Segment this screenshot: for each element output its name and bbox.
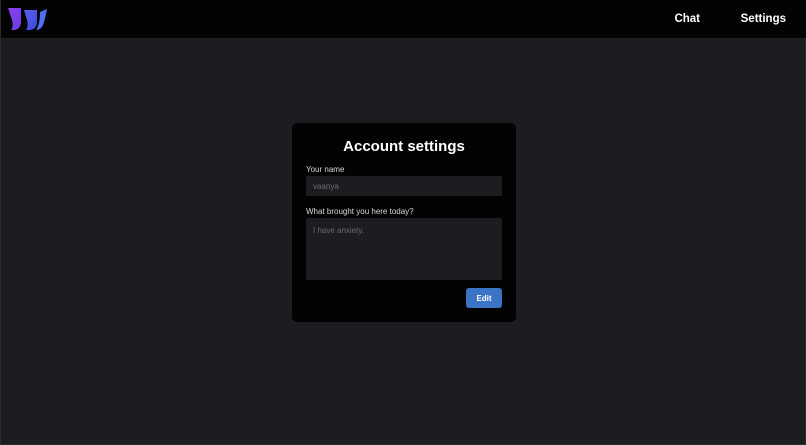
nav-chat-link[interactable]: Chat bbox=[674, 13, 700, 25]
app-logo-icon[interactable] bbox=[7, 6, 48, 31]
reason-label: What brought you here today? bbox=[306, 207, 414, 216]
name-label: Your name bbox=[306, 165, 345, 174]
top-navbar: Chat Settings bbox=[1, 0, 806, 38]
settings-page: Chat Settings Account settings Your name… bbox=[0, 0, 806, 445]
name-field[interactable] bbox=[306, 176, 502, 196]
reason-textarea[interactable] bbox=[306, 218, 502, 280]
page-title: Account settings bbox=[343, 138, 465, 155]
edit-button[interactable]: Edit bbox=[466, 288, 502, 308]
nav-settings-link[interactable]: Settings bbox=[741, 13, 786, 25]
